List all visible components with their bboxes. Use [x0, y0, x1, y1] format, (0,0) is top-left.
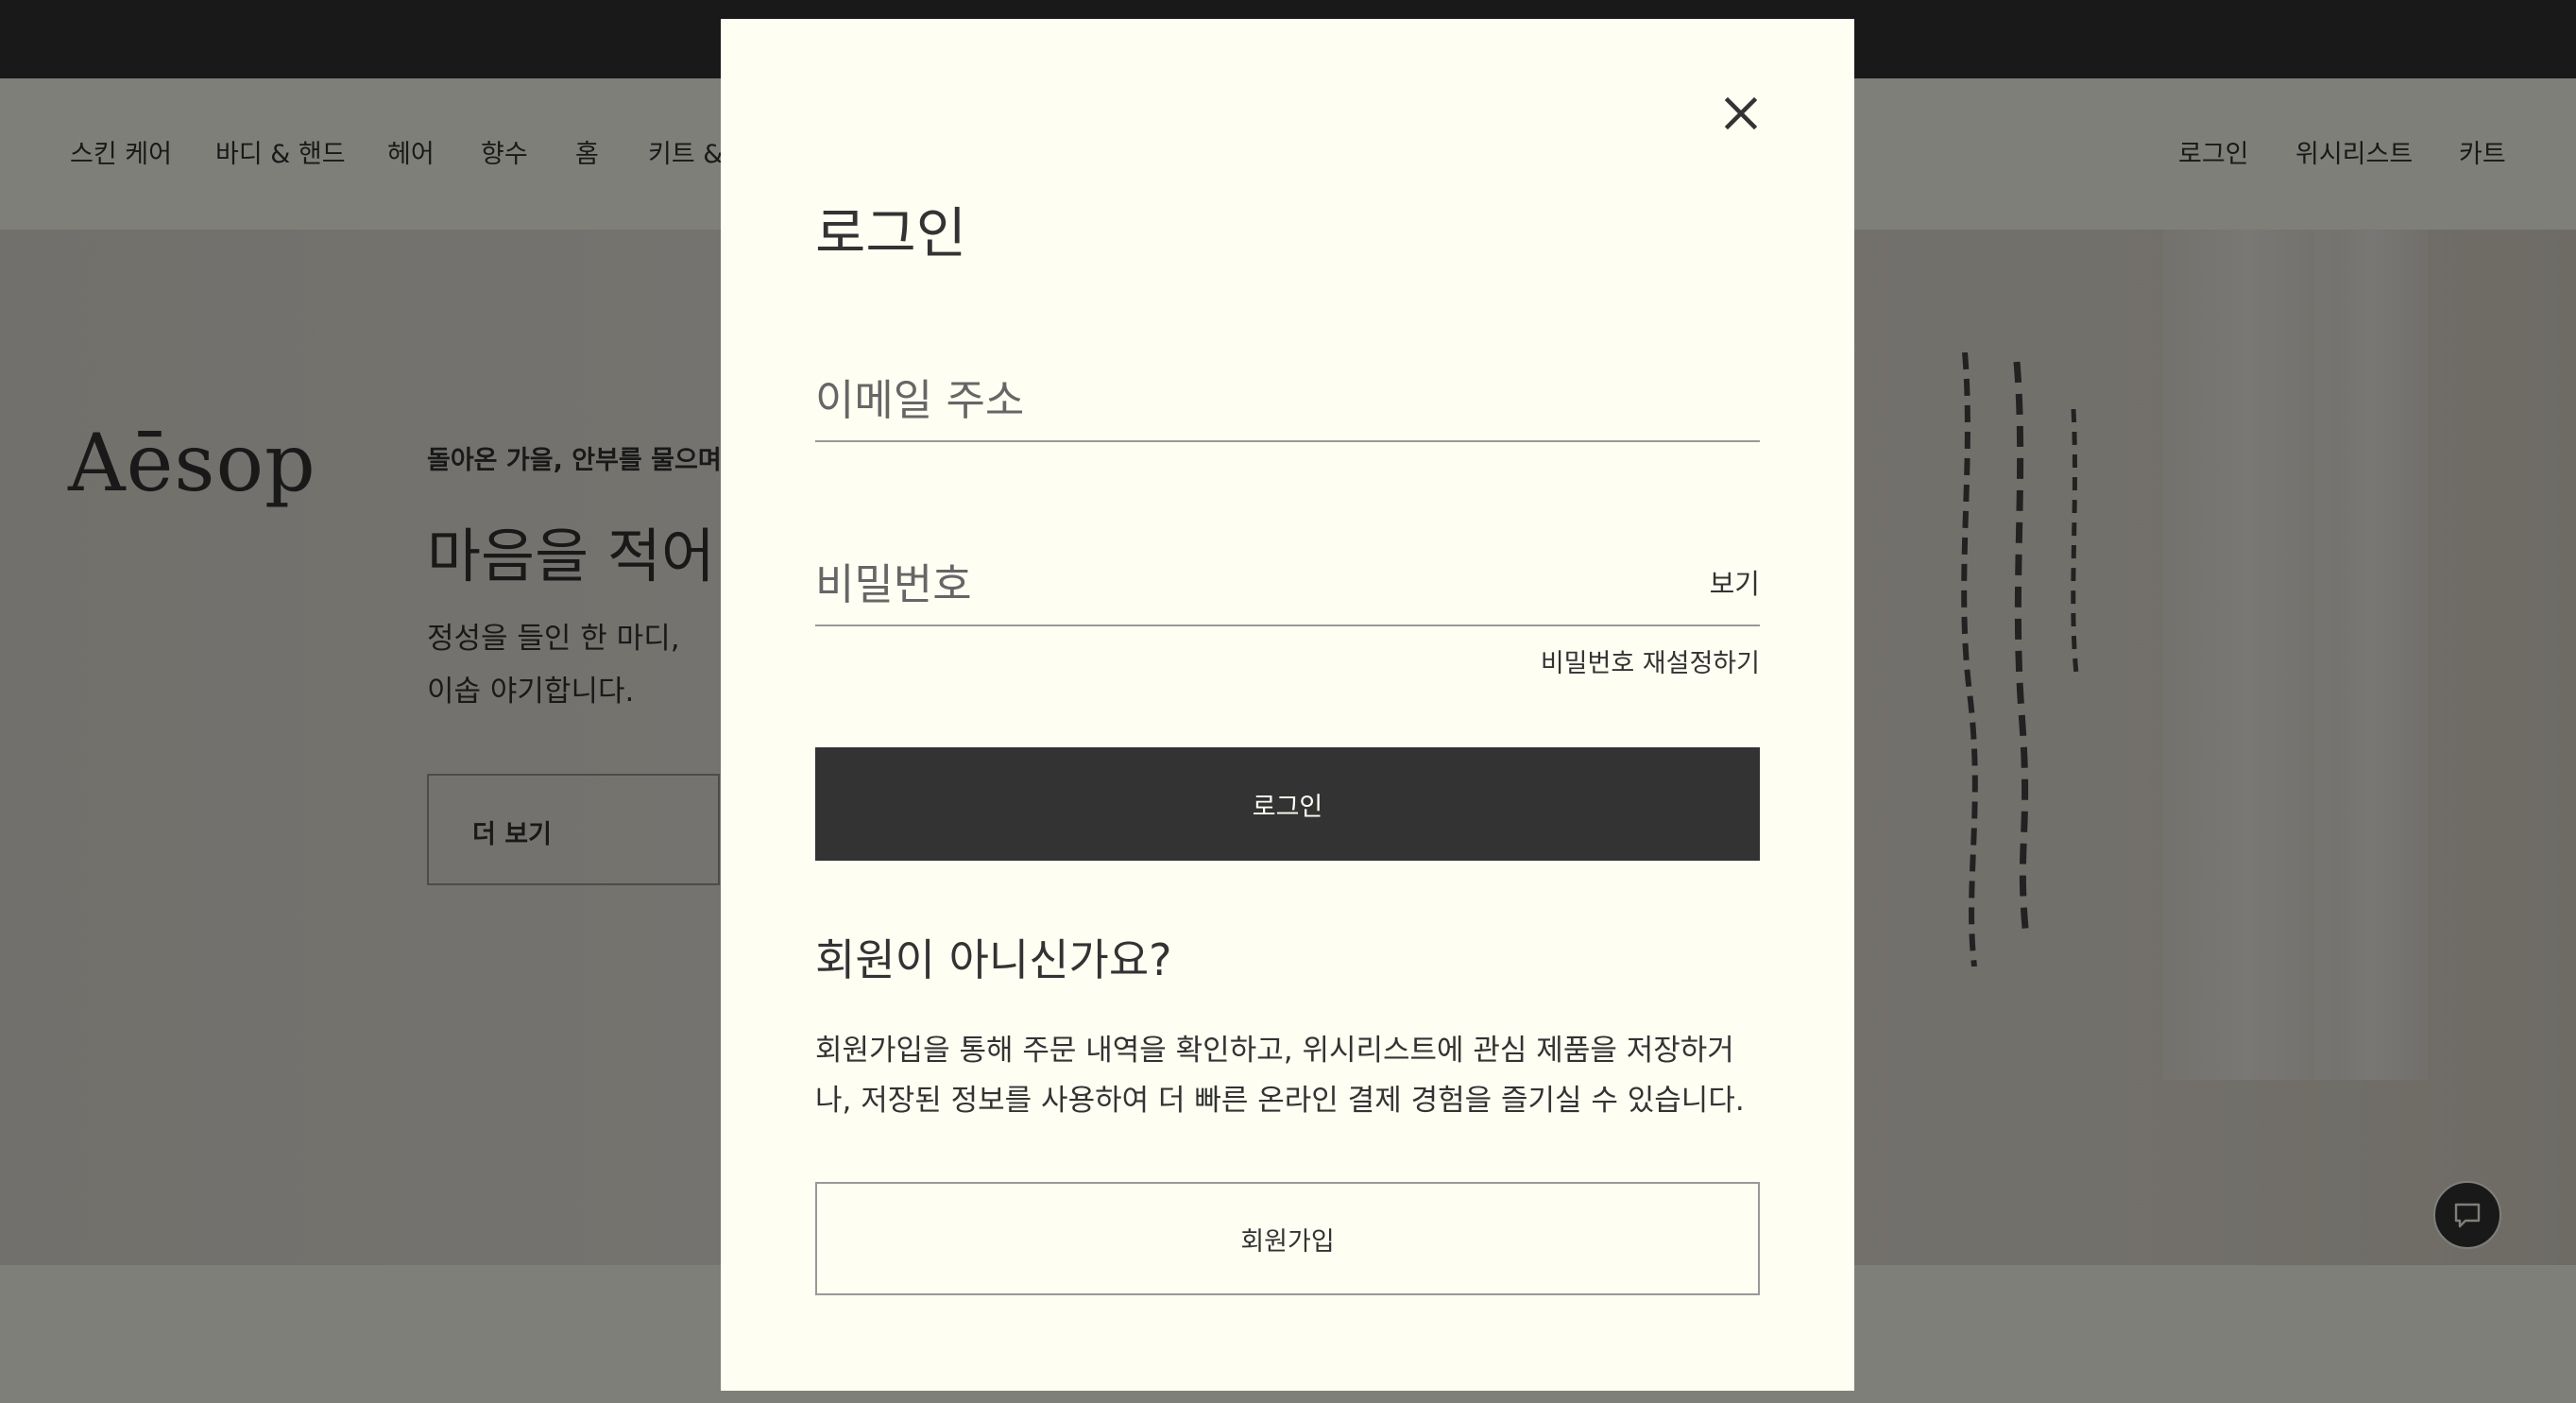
email-field[interactable]	[815, 359, 1760, 440]
email-field-wrapper	[815, 359, 1760, 442]
login-button[interactable]: 로그인	[815, 747, 1760, 861]
close-icon	[1724, 96, 1758, 130]
show-password-toggle[interactable]: 보기	[1710, 562, 1760, 602]
password-field[interactable]	[815, 543, 1646, 625]
signup-heading: 회원이 아니신가요?	[815, 934, 1172, 985]
password-field-wrapper: 보기	[815, 543, 1760, 626]
login-modal: 로그인 보기 비밀번호 재설정하기 로그인 회원이 아니신가요? 회원가입을 통…	[721, 19, 1854, 1391]
signup-description: 회원가입을 통해 주문 내역을 확인하고, 위시리스트에 관심 제품을 저장하거…	[815, 1034, 1745, 1118]
reset-password-link[interactable]: 비밀번호 재설정하기	[1541, 642, 1760, 679]
close-button[interactable]	[1720, 93, 1762, 134]
signup-button[interactable]: 회원가입	[815, 1182, 1760, 1295]
modal-title: 로그인	[815, 201, 967, 265]
